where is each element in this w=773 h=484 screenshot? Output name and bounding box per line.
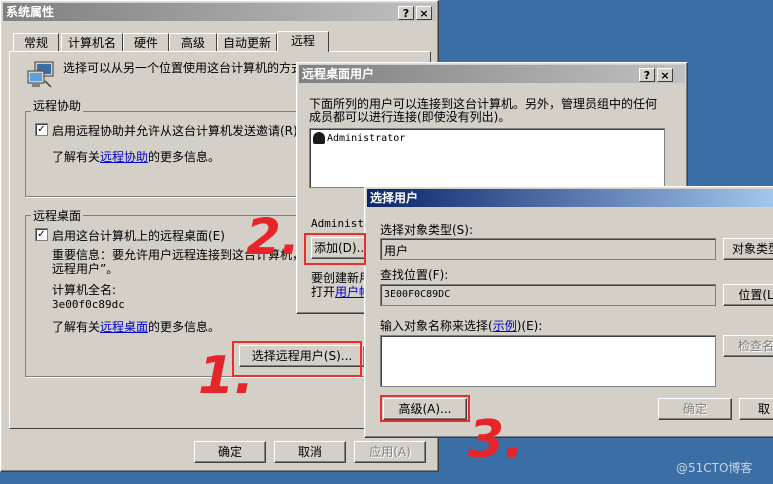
examples-link[interactable]: 示例 xyxy=(493,319,517,333)
apply-button[interactable]: 应用(A) xyxy=(354,441,426,463)
object-type-field: 用户 xyxy=(380,238,716,260)
location-field: 3E00F0C89DC xyxy=(380,284,716,306)
object-names-input[interactable] xyxy=(380,335,716,387)
list-item[interactable]: Administrator xyxy=(313,132,405,144)
annotation-step-1: 1. xyxy=(198,346,254,406)
remote-computer-icon xyxy=(25,59,57,91)
annotation-step-2: 2. xyxy=(246,208,300,266)
help-button[interactable]: ? xyxy=(398,6,414,20)
object-type-label: 选择对象类型(S): xyxy=(380,223,474,237)
close-button[interactable]: × xyxy=(416,6,432,20)
important-note-line2: 远程用户”。 xyxy=(52,262,119,276)
object-types-button[interactable]: 对象类型 xyxy=(723,238,773,260)
window-title: 选择用户 xyxy=(370,191,419,205)
remote-assistance-group-label: 远程协助 xyxy=(31,97,84,114)
window-title: 系统属性 xyxy=(6,5,55,19)
enable-remote-desktop-label: 启用这台计算机上的远程桌面(E) xyxy=(52,229,225,243)
user-icon xyxy=(313,132,325,144)
highlight-add-button xyxy=(304,233,366,265)
status-text: Administr xyxy=(311,217,371,230)
locations-button[interactable]: 位置(L xyxy=(723,284,773,306)
system-properties-titlebar: 系统属性 xyxy=(3,3,436,21)
check-names-button[interactable]: 检查名 xyxy=(723,335,773,357)
tab-computer-name[interactable]: 计算机名 xyxy=(61,33,123,51)
full-computer-name-label: 计算机全名: xyxy=(52,283,117,297)
desktop-learn-more: 了解有关远程桌面的更多信息。 xyxy=(52,320,221,334)
enable-remote-assistance-label: 启用远程协助并允许从这台计算机发送邀请(R) xyxy=(52,124,298,138)
select-users-titlebar: 选择用户 xyxy=(367,189,773,207)
highlight-advanced-button xyxy=(380,395,470,422)
remote-desktop-link[interactable]: 远程桌面 xyxy=(100,320,148,334)
intro-text: 选择可以从另一个位置使用这台计算机的方式 xyxy=(63,61,304,75)
cancel-button[interactable]: 取消 xyxy=(274,441,346,463)
tab-remote[interactable]: 远程 xyxy=(277,31,329,52)
object-names-label: 输入对象名称来选择(示例)(E): xyxy=(380,319,543,333)
tab-general[interactable]: 常规 xyxy=(13,33,59,51)
window-title: 远程桌面用户 xyxy=(302,67,375,81)
user-list[interactable]: Administrator xyxy=(309,128,665,188)
rdu-description-line2: 成员都可以进行连接(即使没有列出)。 xyxy=(309,110,511,124)
tab-auto-update[interactable]: 自动更新 xyxy=(217,33,277,51)
enable-remote-assistance-checkbox[interactable]: ✓ xyxy=(35,123,48,136)
annotation-step-3: 3. xyxy=(468,410,524,470)
ok-button[interactable]: 确定 xyxy=(194,441,266,463)
close-button[interactable]: × xyxy=(657,68,673,82)
full-computer-name-value: 3e00f0c89dc xyxy=(52,298,125,311)
remote-assistance-link[interactable]: 远程协助 xyxy=(100,150,148,164)
enable-remote-desktop-checkbox[interactable]: ✓ xyxy=(35,228,48,241)
tab-hardware[interactable]: 硬件 xyxy=(123,33,169,51)
location-label: 查找位置(F): xyxy=(380,268,449,282)
ok-button[interactable]: 确定 xyxy=(658,398,732,420)
assist-learn-more: 了解有关远程协助的更多信息。 xyxy=(52,150,221,164)
create-user-line2: 打开用户帐 xyxy=(311,285,372,299)
tab-advanced[interactable]: 高级 xyxy=(169,33,217,51)
watermark: @51CTO博客 xyxy=(676,461,753,475)
cancel-button[interactable]: 取 xyxy=(739,398,773,420)
remote-desktop-group-label: 远程桌面 xyxy=(31,207,84,224)
remote-desktop-users-titlebar: 远程桌面用户 xyxy=(299,65,685,83)
help-button[interactable]: ? xyxy=(639,68,655,82)
